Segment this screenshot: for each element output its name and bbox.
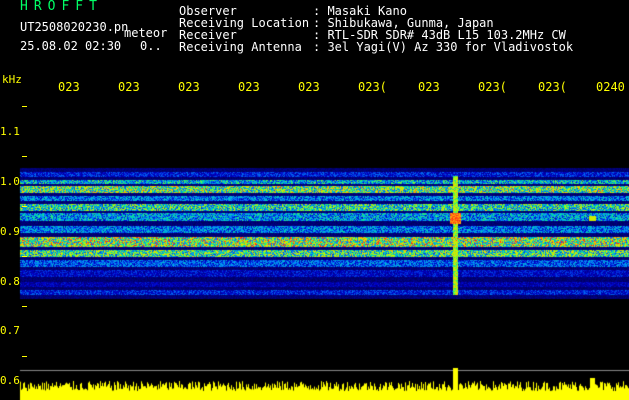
- antenna-value: : 3el Yagi(V) Az 330 for Vladivostok: [313, 40, 574, 54]
- time-tick-label: 023(: [358, 80, 387, 94]
- freq-tick-mark: [22, 356, 27, 357]
- time-tick-label: 023: [118, 80, 140, 94]
- app-title: HROFFT: [20, 0, 103, 14]
- time-tick-label: 023(: [478, 80, 507, 94]
- freq-tick-label: 0.9: [0, 225, 20, 238]
- freq-unit-label: kHz: [2, 73, 22, 86]
- time-tick-label: 023: [238, 80, 260, 94]
- freq-tick-label: 0.7: [0, 324, 20, 337]
- freq-tick-label: 1.1: [0, 125, 20, 138]
- time-tick-label: 0240: [596, 80, 625, 94]
- time-tick-label: 023(: [538, 80, 567, 94]
- file-kind: meteor: [124, 26, 168, 40]
- date-time: 25.08.02 02:30: [20, 39, 122, 53]
- info-labels: Observer Receiving Location Receiver Rec…: [179, 5, 309, 53]
- freq-tick-mark: [22, 156, 27, 157]
- freq-tick-mark: [22, 106, 27, 107]
- time-tick-label: 023: [298, 80, 320, 94]
- info-values: : Masaki Kano : Shibukawa, Gunma, Japan …: [313, 5, 573, 53]
- freq-tick-mark: [22, 306, 27, 307]
- freq-tick-label: 0.8: [0, 275, 20, 288]
- time-tick-label: 023: [418, 80, 440, 94]
- waterfall-spectrogram: [0, 0, 629, 400]
- freq-tick-label: 0.6: [0, 374, 20, 387]
- freq-tick-mark: [22, 256, 27, 257]
- time-tick-label: 023: [58, 80, 80, 94]
- freq-tick-mark: [22, 206, 27, 207]
- time-tick-label: 023: [178, 80, 200, 94]
- freq-tick-label: 1.0: [0, 175, 20, 188]
- file-name: UT2508020230.pn: [20, 20, 129, 34]
- trailing-text: 0..: [140, 39, 162, 53]
- antenna-label: Receiving Antenna: [179, 40, 302, 54]
